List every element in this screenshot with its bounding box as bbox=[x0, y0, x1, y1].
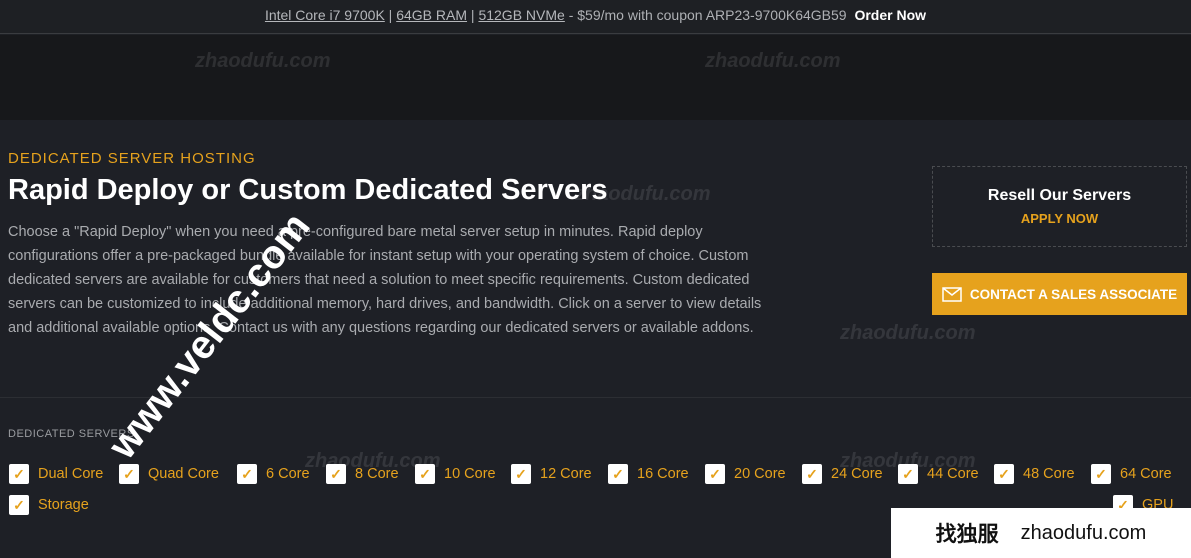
filter-checkbox[interactable]: ✓ 10 Core bbox=[415, 464, 496, 484]
watermark: zhaodufu.com bbox=[705, 50, 841, 72]
promo-link-storage[interactable]: 512GB NVMe bbox=[478, 7, 564, 23]
filter-label: 20 Core bbox=[734, 466, 786, 482]
filter-checkbox[interactable]: ✓ 24 Core bbox=[802, 464, 883, 484]
filter-checkbox[interactable]: ✓ 44 Core bbox=[898, 464, 979, 484]
contact-label: CONTACT A SALES ASSOCIATE bbox=[969, 286, 1178, 302]
checkmark-icon[interactable]: ✓ bbox=[9, 495, 29, 515]
badge-en: zhaodufu.com bbox=[1020, 521, 1147, 544]
checkmark-icon[interactable]: ✓ bbox=[415, 464, 435, 484]
checkmark-icon[interactable]: ✓ bbox=[898, 464, 918, 484]
filter-label: 16 Core bbox=[637, 466, 689, 482]
contact-sales-button[interactable]: CONTACT A SALES ASSOCIATE bbox=[932, 273, 1187, 315]
checkmark-icon[interactable]: ✓ bbox=[608, 464, 628, 484]
page-title: Rapid Deploy or Custom Dedicated Servers bbox=[8, 174, 608, 206]
filter-label: 6 Core bbox=[266, 466, 310, 482]
checkmark-icon[interactable]: ✓ bbox=[9, 464, 29, 484]
filter-label: 8 Core bbox=[355, 466, 399, 482]
checkmark-icon[interactable]: ✓ bbox=[705, 464, 725, 484]
checkmark-icon[interactable]: ✓ bbox=[994, 464, 1014, 484]
filter-label: 12 Core bbox=[540, 466, 592, 482]
sep: | bbox=[467, 7, 479, 23]
badge-cn: 找独服 bbox=[935, 523, 999, 546]
resell-box: Resell Our Servers APPLY NOW bbox=[932, 166, 1187, 247]
checkmark-icon[interactable]: ✓ bbox=[802, 464, 822, 484]
checkmark-icon[interactable]: ✓ bbox=[326, 464, 346, 484]
filter-checkbox[interactable]: ✓ 16 Core bbox=[608, 464, 689, 484]
filter-label: 10 Core bbox=[444, 466, 496, 482]
watermark: zhaodufu.com bbox=[840, 322, 976, 344]
filter-checkbox[interactable]: ✓ 48 Core bbox=[994, 464, 1075, 484]
resell-title: Resell Our Servers bbox=[987, 187, 1132, 204]
filter-label: Storage bbox=[38, 497, 89, 513]
filter-checkbox[interactable]: ✓ Dual Core bbox=[9, 464, 103, 484]
watermark: zhaodufu.com bbox=[195, 50, 331, 72]
promo-text: - $59/mo with coupon ARP23-9700K64GB59 bbox=[564, 7, 847, 23]
promo-bar: Intel Core i7 9700K | 64GB RAM | 512GB N… bbox=[0, 0, 1191, 34]
order-now-link[interactable]: Order Now bbox=[854, 7, 926, 23]
header-band bbox=[0, 35, 1191, 120]
filter-checkbox[interactable]: ✓ Storage bbox=[9, 495, 89, 515]
filter-label: 24 Core bbox=[831, 466, 883, 482]
filter-label: 64 Core bbox=[1120, 466, 1172, 482]
apply-now-link[interactable]: APPLY NOW bbox=[933, 211, 1186, 226]
filter-checkbox[interactable]: ✓ 20 Core bbox=[705, 464, 786, 484]
checkmark-icon[interactable]: ✓ bbox=[511, 464, 531, 484]
page-description: Choose a "Rapid Deploy" when you need a … bbox=[8, 224, 762, 336]
filter-checkbox[interactable]: ✓ 64 Core bbox=[1091, 464, 1172, 484]
filter-checkbox[interactable]: ✓ 6 Core bbox=[237, 464, 310, 484]
envelope-icon bbox=[942, 286, 962, 302]
promo-link-ram[interactable]: 64GB RAM bbox=[396, 7, 467, 23]
checkmark-icon[interactable]: ✓ bbox=[237, 464, 257, 484]
eyebrow: DEDICATED SERVER HOSTING bbox=[8, 150, 256, 167]
sep: | bbox=[384, 7, 397, 23]
filter-checkbox[interactable]: ✓ 12 Core bbox=[511, 464, 592, 484]
promo-link-cpu[interactable]: Intel Core i7 9700K bbox=[265, 7, 385, 23]
checkmark-icon[interactable]: ✓ bbox=[1091, 464, 1111, 484]
filter-label: 44 Core bbox=[927, 466, 979, 482]
filter-label: 48 Core bbox=[1023, 466, 1075, 482]
filter-checkbox[interactable]: ✓ 8 Core bbox=[326, 464, 399, 484]
filter-label: Dual Core bbox=[38, 466, 104, 482]
filter-label: Quad Core bbox=[148, 466, 219, 482]
zhaodufu-badge: 找独服 zhaodufu.com bbox=[891, 508, 1191, 558]
